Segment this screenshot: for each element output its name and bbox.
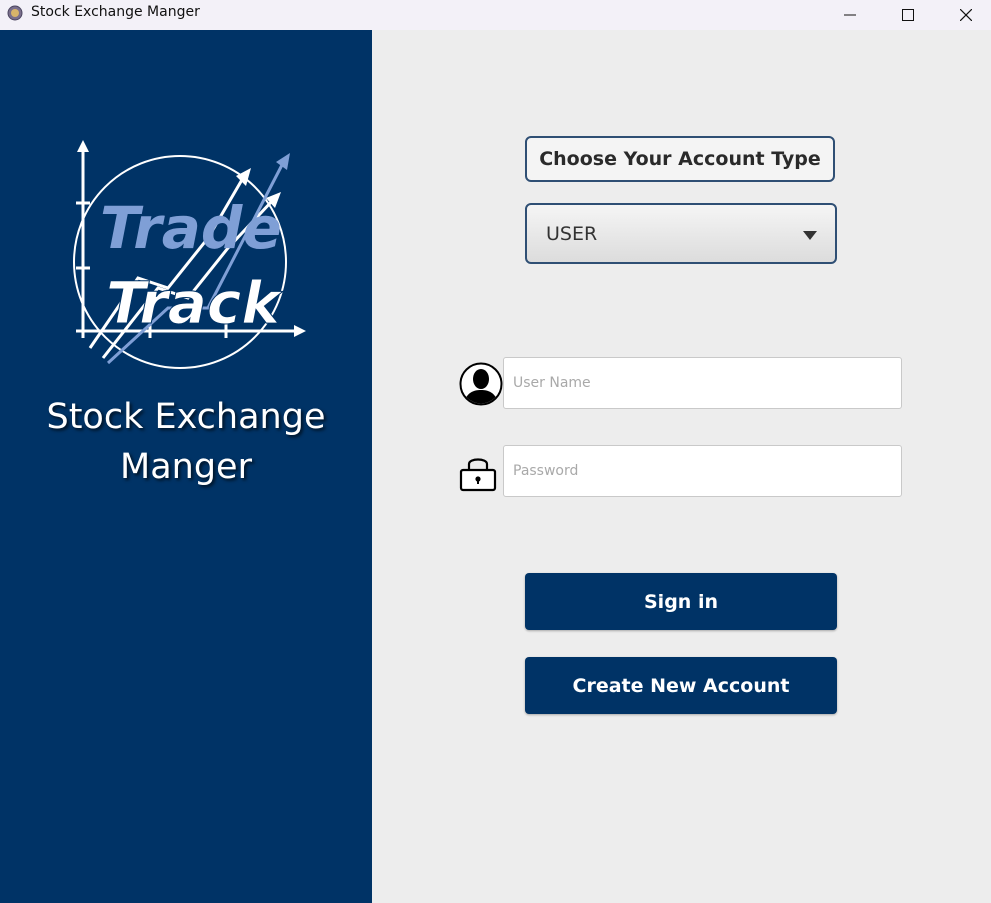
app-name: Stock Exchange Manger (0, 392, 372, 492)
lock-icon (459, 454, 497, 492)
minimize-button[interactable] (821, 0, 879, 30)
password-input[interactable] (503, 445, 902, 497)
close-button[interactable] (937, 0, 991, 30)
account-type-dropdown[interactable]: USER (525, 203, 837, 264)
branding-panel: Trade Track Stock Exchange Manger (0, 30, 372, 903)
minimize-icon (844, 14, 856, 16)
account-type-heading: Choose Your Account Type (525, 136, 835, 182)
trade-track-logo: Trade Track (73, 140, 306, 369)
logo-text-trade: Trade (100, 194, 282, 262)
logo-text-track: Track (106, 269, 283, 337)
app-name-line2: Manger (120, 447, 252, 487)
maximize-button[interactable] (879, 0, 937, 30)
app-name-line1: Stock Exchange (46, 397, 326, 437)
close-icon (960, 9, 972, 21)
create-account-button[interactable]: Create New Account (525, 657, 837, 714)
app-icon (7, 5, 23, 21)
window-title: Stock Exchange Manger (31, 4, 200, 20)
account-type-selected-value: USER (546, 222, 598, 245)
user-icon (459, 361, 503, 407)
chevron-down-icon (803, 231, 817, 240)
maximize-icon (902, 9, 914, 21)
sign-in-button[interactable]: Sign in (525, 573, 837, 630)
window-titlebar: Stock Exchange Manger (0, 0, 991, 30)
username-input[interactable] (503, 357, 902, 409)
